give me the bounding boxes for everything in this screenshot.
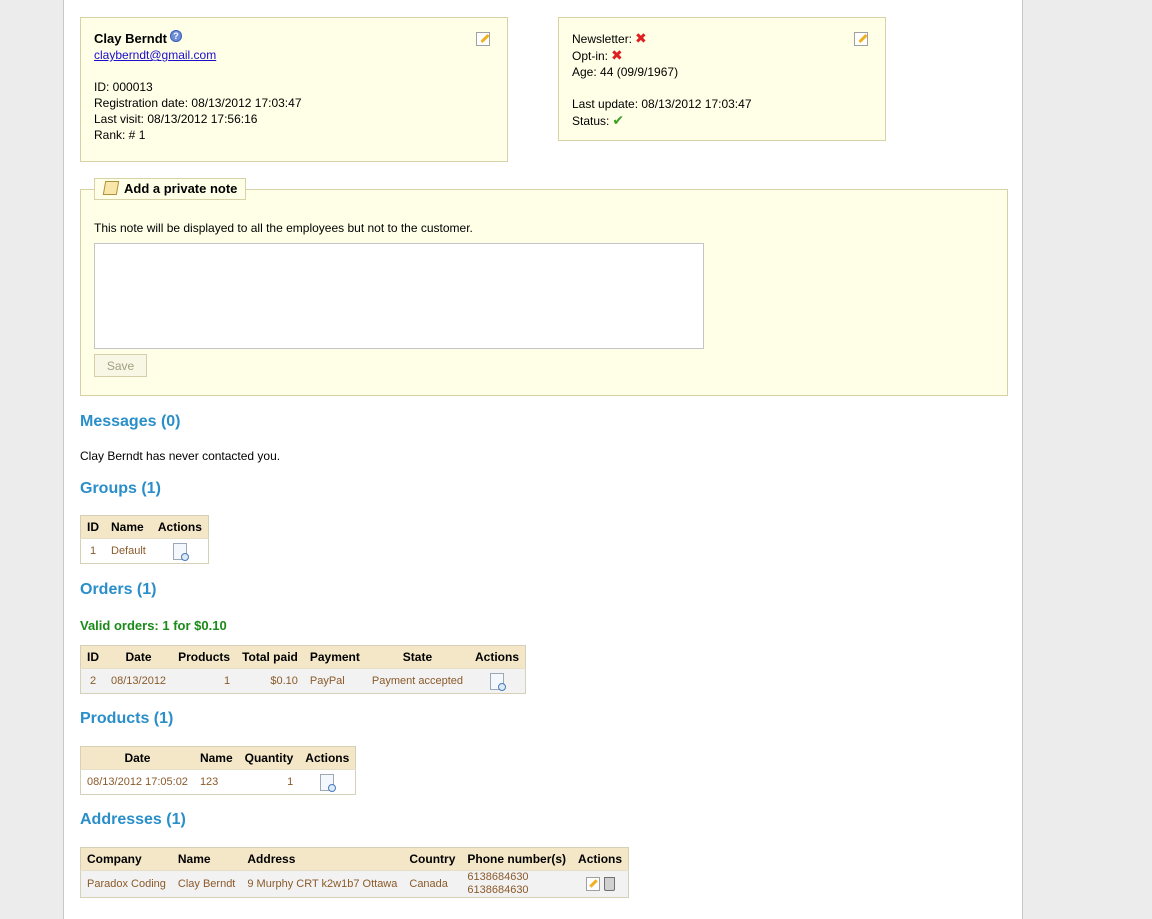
edit-address-icon[interactable] — [585, 877, 600, 891]
optin-label: Opt-in: — [572, 49, 609, 63]
edit-customer-icon[interactable] — [476, 32, 490, 46]
column-header: Products — [172, 645, 237, 669]
column-header: Payment — [303, 645, 366, 669]
order-payment-cell: PayPal — [303, 668, 366, 694]
messages-text: Clay Berndt has never contacted you. — [80, 449, 281, 463]
column-header: Actions — [572, 847, 629, 871]
table-header-row: Company Name Address Country Phone numbe… — [80, 847, 629, 871]
column-header: Total paid — [236, 645, 304, 669]
private-note-legend: Add a private note — [94, 178, 247, 200]
address-name-cell: Clay Berndt — [171, 870, 242, 898]
help-icon[interactable]: ? — [169, 30, 182, 42]
table-header-row: Date Name Quantity Actions — [80, 746, 356, 770]
table-row[interactable]: 2 08/13/2012 1 $0.10 PayPal Payment acce… — [80, 668, 526, 694]
column-header: Quantity — [238, 746, 300, 770]
group-actions-cell — [151, 538, 209, 564]
product-name-cell: 123 — [193, 769, 239, 795]
address-company-cell: Paradox Coding — [80, 870, 172, 898]
private-note-legend-text: Add a private note — [124, 181, 238, 196]
products-title: Products (1) — [80, 710, 174, 727]
column-header: Actions — [469, 645, 526, 669]
note-pen-icon — [102, 181, 120, 195]
groups-table: ID Name Actions 1 Default — [80, 515, 209, 564]
addresses-table: Company Name Address Country Phone numbe… — [80, 847, 630, 898]
address-phone-cell: 6138684630 6138684630 — [461, 870, 573, 898]
save-note-button[interactable]: Save — [94, 354, 147, 377]
column-header: Date — [80, 746, 194, 770]
newsletter-label: Newsletter: — [572, 32, 633, 46]
cross-icon: ✖ — [635, 30, 647, 46]
column-header: Phone number(s) — [461, 847, 573, 871]
column-header: ID — [80, 645, 105, 669]
address-street-cell: 9 Murphy CRT k2w1b7 Ottawa — [241, 870, 404, 898]
private-note-description: This note will be displayed to all the e… — [94, 221, 473, 235]
order-actions-cell — [469, 668, 526, 694]
last-update: Last update: 08/13/2012 17:03:47 — [572, 97, 752, 111]
column-header: Name — [171, 847, 242, 871]
order-total-cell: $0.10 — [236, 668, 304, 694]
main-content: Clay Berndt? clayberndt@gmail.com ID: 00… — [63, 0, 1023, 919]
messages-title: Messages (0) — [80, 413, 181, 430]
order-id-cell: 2 — [80, 668, 105, 694]
customer-email-link[interactable]: clayberndt@gmail.com — [94, 48, 216, 62]
table-header-row: ID Name Actions — [80, 515, 209, 539]
customer-id: ID: 000013 — [94, 80, 153, 94]
cross-icon: ✖ — [611, 47, 623, 63]
column-header: State — [365, 645, 470, 669]
edit-status-icon[interactable] — [854, 32, 868, 46]
table-row[interactable]: Paradox Coding Clay Berndt 9 Murphy CRT … — [80, 870, 629, 898]
products-table: Date Name Quantity Actions 08/13/2012 17… — [80, 746, 357, 795]
phone-number: 6138684630 — [467, 871, 529, 883]
column-header: Name — [105, 515, 152, 539]
delete-address-icon[interactable] — [603, 877, 615, 891]
product-actions-cell — [299, 769, 356, 795]
addresses-title: Addresses (1) — [80, 811, 186, 828]
check-icon: ✔ — [612, 112, 625, 128]
order-state-cell: Payment accepted — [365, 668, 470, 694]
group-id-cell: 1 — [80, 538, 105, 564]
registration-date: Registration date: 08/13/2012 17:03:47 — [94, 96, 302, 110]
view-order-icon[interactable] — [490, 672, 507, 691]
address-country-cell: Canada — [403, 870, 462, 898]
valid-orders-summary: Valid orders: 1 for $0.10 — [80, 618, 227, 633]
column-header: Name — [193, 746, 239, 770]
product-date-cell: 08/13/2012 17:05:02 — [80, 769, 194, 795]
table-row[interactable]: 1 Default — [80, 538, 209, 564]
column-header: Address — [241, 847, 404, 871]
customer-info-box: Clay Berndt? clayberndt@gmail.com ID: 00… — [80, 17, 508, 162]
address-actions-cell — [572, 870, 629, 898]
column-header: Country — [403, 847, 462, 871]
view-product-icon[interactable] — [320, 773, 337, 792]
customer-rank: Rank: # 1 — [94, 128, 146, 142]
column-header: ID — [80, 515, 105, 539]
group-name-cell: Default — [105, 538, 152, 564]
private-note-textarea[interactable] — [94, 243, 704, 349]
customer-status-box: Newsletter: ✖ Opt-in: ✖ Age: 44 (09/9/1967… — [558, 17, 886, 141]
column-header: Date — [105, 645, 173, 669]
private-note-fieldset: Add a private note This note will be dis… — [80, 178, 1008, 396]
status-label: Status: — [572, 114, 610, 128]
column-header: Actions — [299, 746, 356, 770]
table-header-row: ID Date Products Total paid Payment Stat… — [80, 645, 526, 669]
table-row[interactable]: 08/13/2012 17:05:02 123 1 — [80, 769, 356, 795]
orders-title: Orders (1) — [80, 581, 157, 598]
column-header: Company — [80, 847, 172, 871]
last-visit: Last visit: 08/13/2012 17:56:16 — [94, 112, 258, 126]
product-quantity-cell: 1 — [238, 769, 300, 795]
customer-name: Clay Berndt — [94, 31, 167, 46]
phone-number-mobile: 6138684630 — [467, 884, 529, 896]
order-date-cell: 08/13/2012 — [105, 668, 173, 694]
orders-table: ID Date Products Total paid Payment Stat… — [80, 645, 527, 694]
order-products-cell: 1 — [172, 668, 237, 694]
view-details-icon[interactable] — [172, 542, 189, 561]
column-header: Actions — [151, 515, 209, 539]
customer-age: Age: 44 (09/9/1967) — [572, 65, 679, 79]
groups-title: Groups (1) — [80, 480, 161, 497]
